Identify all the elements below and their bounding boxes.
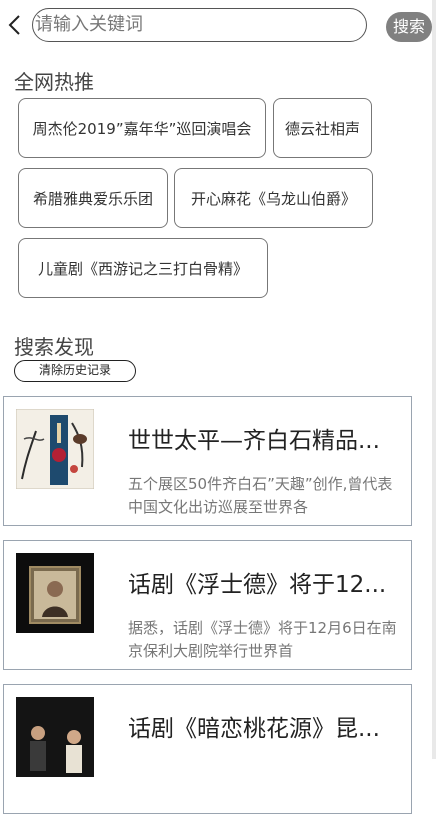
hot-tag-comedy[interactable]: 开心麻花《乌龙山伯爵》 <box>174 168 373 228</box>
right-scroll-edge <box>432 0 436 759</box>
search-button[interactable]: 搜索 <box>386 12 432 42</box>
hot-tag-crosstalk[interactable]: 德云社相声 <box>273 98 372 158</box>
discover-section-title: 搜索发现 <box>14 335 94 359</box>
result-title: 话剧《浮士德》将于12... <box>128 572 387 598</box>
result-card[interactable]: 话剧《暗恋桃花源》昆... <box>3 684 412 814</box>
result-thumbnail-painting <box>16 409 94 489</box>
clear-history-button[interactable]: 清除历史记录 <box>14 360 136 382</box>
result-card[interactable]: 话剧《浮士德》将于12... 据悉，话剧《浮士德》将于12月6日在南京保利大剧院… <box>3 540 412 670</box>
search-box[interactable] <box>32 8 367 42</box>
result-description <box>128 761 404 807</box>
hot-tag-orchestra[interactable]: 希腊雅典爱乐乐团 <box>18 168 168 228</box>
exhibition-poster-image <box>16 409 94 489</box>
hot-tag-concert[interactable]: 周杰伦2019”嘉年华”巡回演唱会 <box>18 98 266 158</box>
result-thumbnail-faust <box>16 553 94 633</box>
peach-blossom-poster-image <box>16 697 94 777</box>
hot-section-title: 全网热推 <box>14 70 94 94</box>
result-thumbnail-peach-blossom <box>16 697 94 777</box>
result-title: 世世太平—齐白石精品... <box>128 428 380 454</box>
faust-poster-image <box>16 553 94 633</box>
back-arrow-icon[interactable] <box>4 12 26 38</box>
hot-tag-children-play[interactable]: 儿童剧《西游记之三打白骨精》 <box>18 238 268 298</box>
result-card[interactable]: 世世太平—齐白石精品... 五个展区50件齐白石”天趣”创作,曾代表中国文化出访… <box>3 396 412 526</box>
search-input[interactable] <box>35 10 355 38</box>
top-bar: 搜索 <box>0 0 432 54</box>
result-title: 话剧《暗恋桃花源》昆... <box>128 716 380 742</box>
result-description: 据悉，话剧《浮士德》将于12月6日在南京保利大剧院举行世界首 <box>128 619 397 660</box>
result-description: 五个展区50件齐白石”天趣”创作,曾代表中国文化出访巡展至世界各 <box>128 475 393 516</box>
